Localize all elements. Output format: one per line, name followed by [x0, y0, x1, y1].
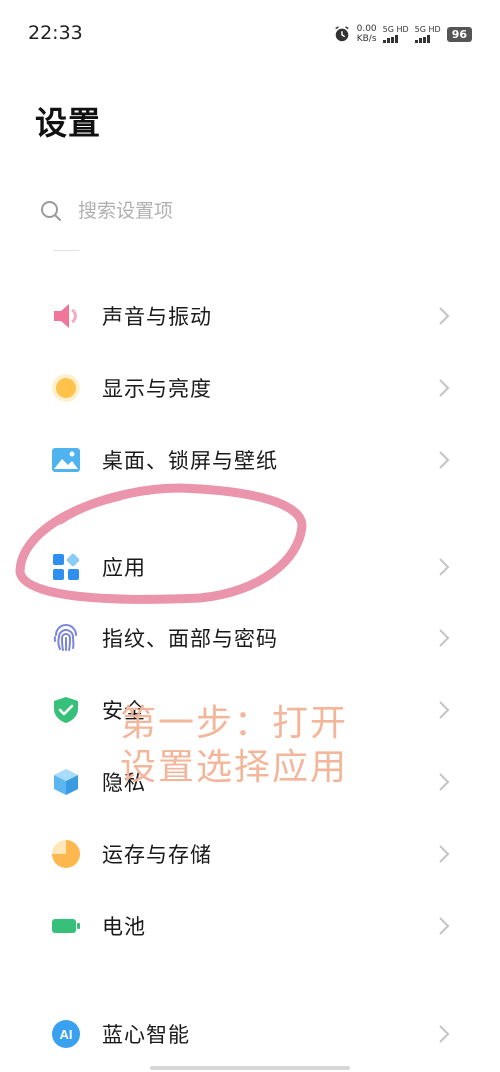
settings-item-ai[interactable]: AI 蓝心智能: [0, 1004, 500, 1064]
page-title: 设置: [35, 104, 102, 142]
settings-item-label: 蓝心智能: [102, 1023, 190, 1047]
battery-level: 96: [446, 26, 472, 42]
fingerprint-icon: [51, 623, 81, 653]
chevron-right-icon: [439, 845, 450, 863]
alarm-icon: [334, 26, 349, 42]
sun-icon: [51, 373, 81, 403]
settings-item-label: 桌面、锁屏与壁纸: [102, 449, 278, 473]
status-icons: 0.00 KB/s 5G HD 5G HD 96: [333, 24, 472, 44]
search-icon: [41, 201, 61, 221]
pie-icon: [51, 839, 81, 869]
chevron-right-icon: [439, 379, 450, 397]
settings-item-label: 安全: [102, 699, 146, 723]
settings-item-wallpaper[interactable]: 桌面、锁屏与壁纸: [0, 430, 500, 490]
status-bar: 22:33 0.00 KB/s 5G HD 5G HD 96: [0, 0, 500, 68]
status-time: 22:33: [28, 22, 83, 44]
signal-bars-icon: [414, 34, 441, 43]
settings-item-display[interactable]: 显示与亮度: [0, 358, 500, 418]
chevron-right-icon: [439, 1025, 450, 1043]
chevron-right-icon: [439, 701, 450, 719]
apps-grid-icon: [51, 552, 81, 582]
settings-item-label: 显示与亮度: [102, 377, 212, 401]
settings-item-sound[interactable]: 声音与振动: [0, 286, 500, 346]
settings-item-biometrics[interactable]: 指纹、面部与密码: [0, 608, 500, 668]
chevron-right-icon: [439, 917, 450, 935]
partially-hidden-row: [0, 250, 500, 254]
chevron-right-icon: [439, 451, 450, 469]
cube-icon: [51, 767, 81, 797]
chevron-right-icon: [439, 629, 450, 647]
home-indicator[interactable]: [150, 1066, 350, 1070]
signal-sim1: 5G HD: [382, 25, 409, 43]
settings-item-battery[interactable]: 电池: [0, 896, 500, 956]
net-speed: 0.00 KB/s: [356, 24, 377, 44]
settings-item-storage[interactable]: 运存与存储: [0, 824, 500, 884]
settings-item-security[interactable]: 安全: [0, 680, 500, 740]
battery-icon: [51, 911, 81, 941]
chevron-right-icon: [439, 307, 450, 325]
settings-item-apps[interactable]: 应用: [0, 537, 500, 597]
settings-item-label: 指纹、面部与密码: [102, 627, 278, 651]
settings-item-label: 电池: [102, 915, 146, 939]
signal-bars-icon: [382, 34, 409, 43]
settings-item-label: 应用: [102, 556, 146, 580]
signal-sim2: 5G HD: [414, 25, 441, 43]
chevron-right-icon: [439, 558, 450, 576]
settings-item-privacy[interactable]: 隐私: [0, 752, 500, 812]
svg-text:AI: AI: [60, 1027, 73, 1042]
settings-item-label: 声音与振动: [102, 305, 212, 329]
search-input[interactable]: [76, 199, 440, 223]
ai-icon: AI: [51, 1019, 81, 1049]
settings-item-label: 运存与存储: [102, 843, 212, 867]
settings-item-label: 隐私: [102, 771, 146, 795]
settings-list[interactable]: 声音与振动 显示与亮度 桌面、锁屏与壁纸 应用 指纹、面部与密码 安全 隐私 运…: [0, 250, 500, 1072]
speaker-icon: [51, 301, 81, 331]
wallpaper-icon: [51, 445, 81, 475]
chevron-right-icon: [439, 773, 450, 791]
shield-icon: [51, 695, 81, 725]
search-bar[interactable]: [28, 190, 472, 232]
